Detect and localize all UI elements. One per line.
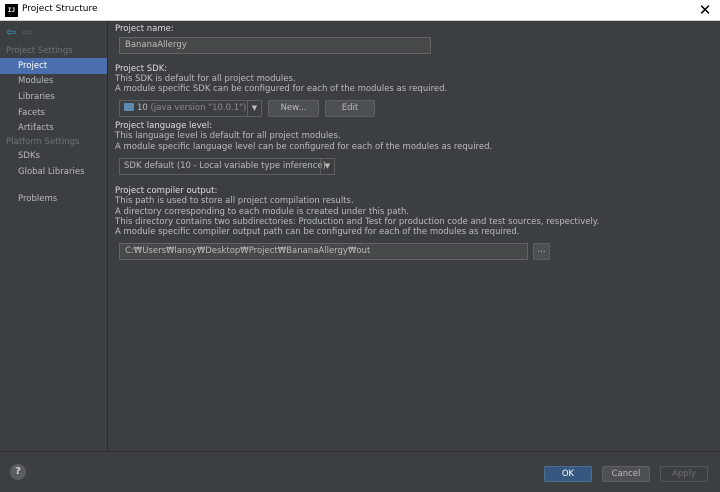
arrow-left-icon[interactable]: ⇦: [4, 25, 18, 39]
sidebar-item-facets[interactable]: Facets: [0, 105, 107, 121]
sidebar: ⇦ ⇨ Project Settings Project Modules Lib…: [0, 21, 108, 451]
jdk-folder-icon: [124, 103, 134, 111]
edit-sdk-button[interactable]: Edit: [325, 100, 375, 117]
sidebar-item-global-libraries[interactable]: Global Libraries: [0, 164, 107, 180]
project-sdk-desc-1: This SDK is default for all project modu…: [115, 74, 296, 84]
nav-arrows: ⇦ ⇨: [4, 25, 35, 39]
language-level-desc-2: A module specific language level can be …: [115, 142, 493, 152]
language-level-value: SDK default (10 - Local variable type in…: [124, 161, 326, 171]
sidebar-item-libraries[interactable]: Libraries: [0, 89, 107, 105]
close-icon[interactable]: ✕: [696, 1, 714, 19]
compiler-output-path-field[interactable]: C:₩Users₩lansy₩Desktop₩Project₩BananaAll…: [119, 243, 528, 260]
project-settings-panel: Project name: BananaAllergy Project SDK:…: [109, 21, 720, 451]
sidebar-item-problems[interactable]: Problems: [0, 191, 107, 207]
window-title: Project Structure: [22, 4, 98, 14]
project-sdk-dropdown[interactable]: 10 (java version "10.0.1") ▼: [119, 100, 262, 117]
project-sdk-label: Project SDK:: [115, 64, 168, 74]
arrow-right-icon[interactable]: ⇨: [21, 25, 35, 39]
project-name-field[interactable]: BananaAllergy: [119, 37, 431, 54]
sidebar-section-platform-settings: Platform Settings: [6, 137, 80, 147]
browse-button[interactable]: ...: [533, 243, 550, 260]
compiler-output-desc-2: A directory corresponding to each module…: [115, 207, 410, 217]
intellij-app-icon: IJ: [5, 4, 18, 17]
ok-button[interactable]: OK: [544, 466, 592, 482]
compiler-output-desc-3: This directory contains two subdirectori…: [115, 217, 600, 227]
sidebar-item-sdks[interactable]: SDKs: [0, 148, 107, 164]
language-level-label: Project language level:: [115, 121, 213, 131]
apply-button[interactable]: Apply: [660, 466, 708, 482]
title-bar: IJ Project Structure ✕: [0, 0, 720, 21]
project-name-label: Project name:: [115, 24, 174, 34]
compiler-output-desc-4: A module specific compiler output path c…: [115, 227, 520, 237]
help-circle-icon[interactable]: ?: [10, 464, 26, 480]
chevron-down-icon: ▼: [320, 159, 334, 174]
sdk-version: 10: [137, 103, 148, 113]
new-sdk-button[interactable]: New...: [268, 100, 319, 117]
language-level-dropdown[interactable]: SDK default (10 - Local variable type in…: [119, 158, 335, 175]
sidebar-section-project-settings: Project Settings: [6, 46, 73, 56]
project-sdk-desc-2: A module specific SDK can be configured …: [115, 84, 448, 94]
compiler-output-label: Project compiler output:: [115, 186, 218, 196]
language-level-desc-1: This language level is default for all p…: [115, 131, 341, 141]
compiler-output-desc-1: This path is used to store all project c…: [115, 196, 354, 206]
dialog-footer: ? OK Cancel Apply: [0, 451, 720, 492]
sidebar-item-artifacts[interactable]: Artifacts: [0, 120, 107, 136]
cancel-button[interactable]: Cancel: [602, 466, 650, 482]
chevron-down-icon: ▼: [247, 101, 261, 116]
sdk-version-detail: (java version "10.0.1"): [150, 103, 247, 113]
sidebar-item-project[interactable]: Project: [0, 58, 107, 74]
sidebar-item-modules[interactable]: Modules: [0, 73, 107, 89]
